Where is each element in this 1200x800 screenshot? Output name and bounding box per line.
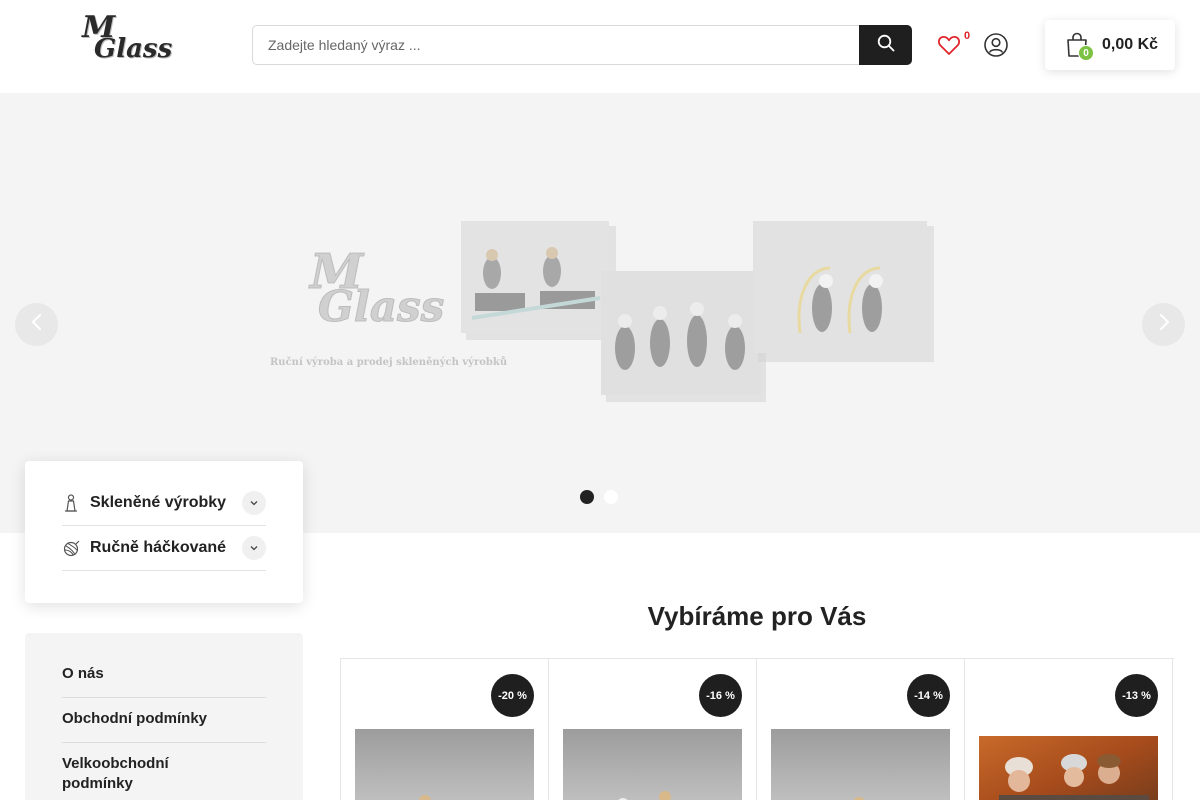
logo-line-2: Glass (94, 34, 173, 64)
account-button[interactable] (983, 32, 1010, 59)
product-card[interactable]: -14 % (756, 659, 964, 800)
cart-total: 0,00 Kč (1102, 36, 1159, 53)
discount-badge: -20 % (491, 674, 534, 717)
discount-badge: -13 % (1115, 674, 1158, 717)
site-logo[interactable]: M Glass (80, 10, 172, 72)
category-label: Ručně háčkované (90, 539, 227, 556)
product-carousel: -20 % -16 % -14 % -13 % (340, 658, 1174, 800)
product-image[interactable] (771, 729, 950, 800)
product-card[interactable]: -20 % (340, 659, 548, 800)
cart-button[interactable]: 0 0,00 Kč (1045, 20, 1175, 70)
section-title: Vybíráme pro Vás (647, 601, 867, 631)
search-bar (252, 25, 912, 65)
chevron-down-icon[interactable] (242, 491, 266, 515)
wishlist-count: 0 (964, 30, 971, 42)
slider-dot-2[interactable] (604, 490, 618, 504)
product-image[interactable] (563, 729, 742, 800)
discount-badge: -14 % (907, 674, 950, 717)
slider-dots (580, 490, 618, 504)
product-image[interactable] (355, 729, 534, 800)
product-image[interactable] (979, 729, 1158, 800)
chevron-right-icon (1157, 313, 1171, 336)
glass-figure-icon (62, 494, 80, 512)
discount-badge: -16 % (699, 674, 742, 717)
wishlist-button[interactable] (936, 32, 964, 60)
product-card[interactable]: -13 % (964, 659, 1172, 800)
slider-prev-button[interactable] (15, 303, 58, 346)
category-menu: Skleněné výrobky Ručně háčkované (25, 461, 303, 603)
banner-logo-glass: Glass (318, 282, 444, 331)
info-link-about[interactable]: O nás (62, 664, 266, 698)
search-button[interactable] (859, 25, 912, 65)
category-item-crochet[interactable]: Ručně háčkované (62, 526, 266, 571)
banner-caption: Ruční výroba a prodej skleněných výrobků (270, 357, 507, 368)
info-links-menu: O nás Obchodní podmínky Velkoobchodní po… (25, 633, 303, 800)
info-link-wholesale-terms[interactable]: Velkoobchodní podmínky (62, 754, 212, 800)
product-card[interactable]: -16 % (548, 659, 756, 800)
carousel-edge (1172, 658, 1173, 800)
cart-count-badge: 0 (1078, 45, 1094, 61)
search-icon (877, 34, 895, 57)
slider-dot-1[interactable] (580, 490, 594, 504)
heart-icon (936, 35, 962, 62)
yarn-ball-icon (62, 539, 80, 557)
category-label: Skleněné výrobky (90, 494, 227, 511)
info-link-terms[interactable]: Obchodní podmínky (62, 709, 266, 743)
slider-next-button[interactable] (1142, 303, 1185, 346)
search-input[interactable] (253, 26, 853, 64)
user-icon (983, 33, 1009, 62)
category-item-glass[interactable]: Skleněné výrobky (62, 481, 266, 526)
site-header: M Glass 0 0 0,00 Kč (0, 0, 1200, 93)
chevron-left-icon (30, 313, 44, 336)
chevron-down-icon[interactable] (242, 536, 266, 560)
